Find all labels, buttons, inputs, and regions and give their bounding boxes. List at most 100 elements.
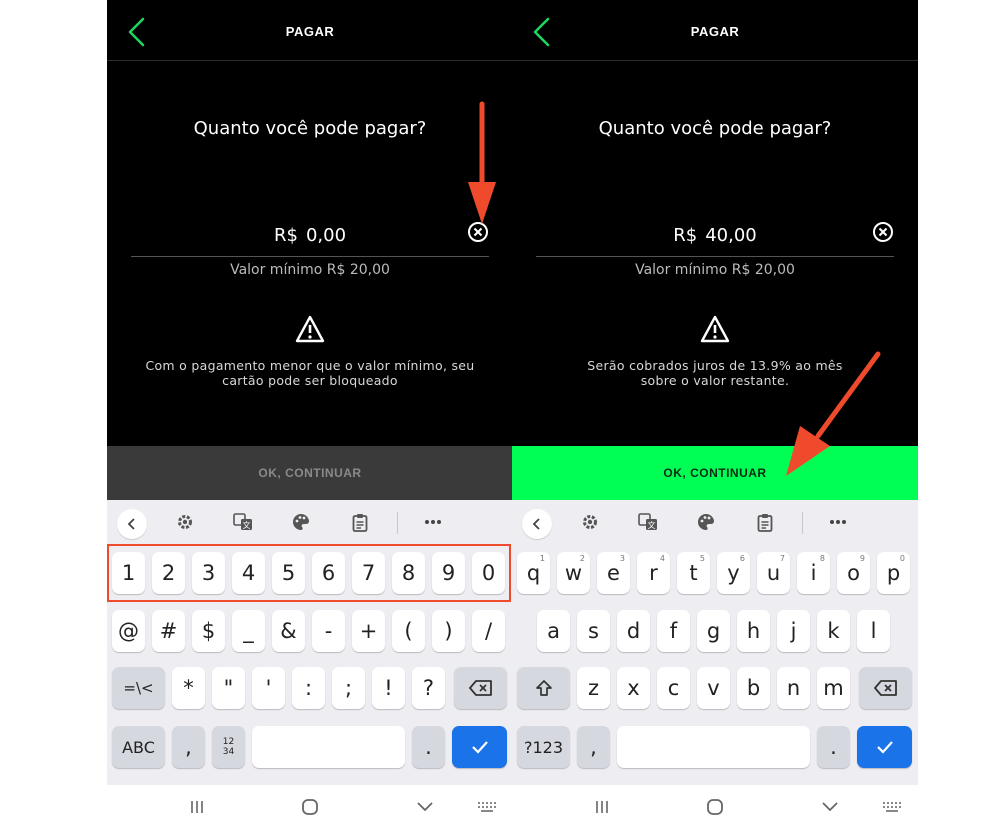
letter-key[interactable]: v [697,667,730,709]
symbol-key[interactable]: & [272,610,305,652]
letter-key[interactable]: p0 [877,552,910,594]
letter-key[interactable]: n [777,667,810,709]
enter-key[interactable] [452,726,507,768]
keyboard-toolbar-back-icon[interactable] [117,509,147,539]
letter-key[interactable]: s [577,610,610,652]
symbol-key[interactable]: ( [392,610,425,652]
clear-circle-icon[interactable] [872,221,894,243]
letter-key[interactable]: b [737,667,770,709]
palette-icon[interactable] [287,510,315,534]
warning-triangle-icon [295,315,325,343]
symbol-key[interactable]: ; [332,667,365,709]
letter-key[interactable]: i8 [797,552,830,594]
symbol-key[interactable]: + [352,610,385,652]
symbol-key[interactable]: @ [112,610,145,652]
letter-key[interactable]: f [657,610,690,652]
symbol-key[interactable]: ? [412,667,445,709]
symbol-key[interactable]: # [152,610,185,652]
letter-key[interactable]: q1 [517,552,550,594]
clear-circle-icon[interactable] [467,221,489,243]
key-symbols[interactable]: ?123 [517,726,570,768]
key-label: ; [344,676,353,700]
key-comma[interactable]: , [172,726,205,768]
enter-key[interactable] [857,726,912,768]
symbol-key[interactable]: - [312,610,345,652]
letter-key[interactable]: c [657,667,690,709]
space-key[interactable] [617,726,810,768]
backspace-key[interactable] [859,667,912,709]
back-nav-icon[interactable] [413,797,437,817]
phone-screen-right: PAGAR Quanto você pode pagar? R$ 40,00 Va… [512,0,918,830]
letter-key[interactable]: w2 [557,552,590,594]
letter-key[interactable]: y6 [717,552,750,594]
backspace-key[interactable] [454,667,507,709]
key-period[interactable]: . [412,726,445,768]
amount-input[interactable]: R$ 0,00 [131,210,489,257]
letter-key[interactable]: h [737,610,770,652]
letter-key[interactable]: o9 [837,552,870,594]
symbol-key[interactable]: : [292,667,325,709]
symbol-key[interactable]: _ [232,610,265,652]
letter-key[interactable]: g [697,610,730,652]
continue-button[interactable]: OK, CONTINUAR [107,446,513,500]
clipboard-icon[interactable] [751,510,779,534]
recent-apps-icon[interactable] [185,797,209,817]
number-key[interactable]: 2 [152,552,185,594]
symbol-key[interactable]: ) [432,610,465,652]
symbol-key[interactable]: " [212,667,245,709]
letter-key[interactable]: m [817,667,850,709]
number-key[interactable]: 9 [432,552,465,594]
key-abc[interactable]: ABC [112,726,165,768]
number-key[interactable]: 0 [472,552,505,594]
translate-icon[interactable]: 文 [229,510,257,534]
key-numpad[interactable]: 1234 [212,726,245,768]
symbol-key[interactable]: / [472,610,505,652]
gear-icon[interactable] [171,510,199,534]
letter-key[interactable]: l [857,610,890,652]
number-key[interactable]: 4 [232,552,265,594]
number-key[interactable]: 8 [392,552,425,594]
symbol-key[interactable]: ! [372,667,405,709]
letter-key[interactable]: u7 [757,552,790,594]
back-nav-icon[interactable] [818,797,842,817]
warning-line: sobre o valor restante. [640,373,790,388]
gear-icon[interactable] [576,510,604,534]
shift-key[interactable] [517,667,570,709]
symbol-key[interactable]: $ [192,610,225,652]
keyboard-toolbar-back-icon[interactable] [522,509,552,539]
clipboard-icon[interactable] [346,510,374,534]
key-more-symbols[interactable]: =\< [112,667,165,709]
letter-key[interactable]: z [577,667,610,709]
space-key[interactable] [252,726,405,768]
number-key[interactable]: 6 [312,552,345,594]
symbol-key[interactable]: * [172,667,205,709]
letter-key[interactable]: r4 [637,552,670,594]
key-hint: 0 [899,554,905,563]
letter-key[interactable]: e3 [597,552,630,594]
keyboard-icon[interactable] [475,797,499,817]
palette-icon[interactable] [692,510,720,534]
home-icon[interactable] [298,797,322,817]
home-icon[interactable] [703,797,727,817]
number-key[interactable]: 1 [112,552,145,594]
more-icon[interactable] [824,510,852,534]
number-key[interactable]: 3 [192,552,225,594]
amount-input[interactable]: R$ 40,00 [536,210,894,257]
key-hint: 9 [859,554,865,563]
letter-key[interactable]: d [617,610,650,652]
more-icon[interactable] [419,510,447,534]
symbol-key[interactable]: ' [252,667,285,709]
key-comma[interactable]: , [577,726,610,768]
continue-button[interactable]: OK, CONTINUAR [512,446,918,500]
letter-key[interactable]: x [617,667,650,709]
translate-icon[interactable]: 文 [634,510,662,534]
letter-key[interactable]: t5 [677,552,710,594]
letter-key[interactable]: a [537,610,570,652]
key-period[interactable]: . [817,726,850,768]
number-key[interactable]: 7 [352,552,385,594]
letter-key[interactable]: j [777,610,810,652]
keyboard-icon[interactable] [880,797,904,817]
letter-key[interactable]: k [817,610,850,652]
recent-apps-icon[interactable] [590,797,614,817]
number-key[interactable]: 5 [272,552,305,594]
